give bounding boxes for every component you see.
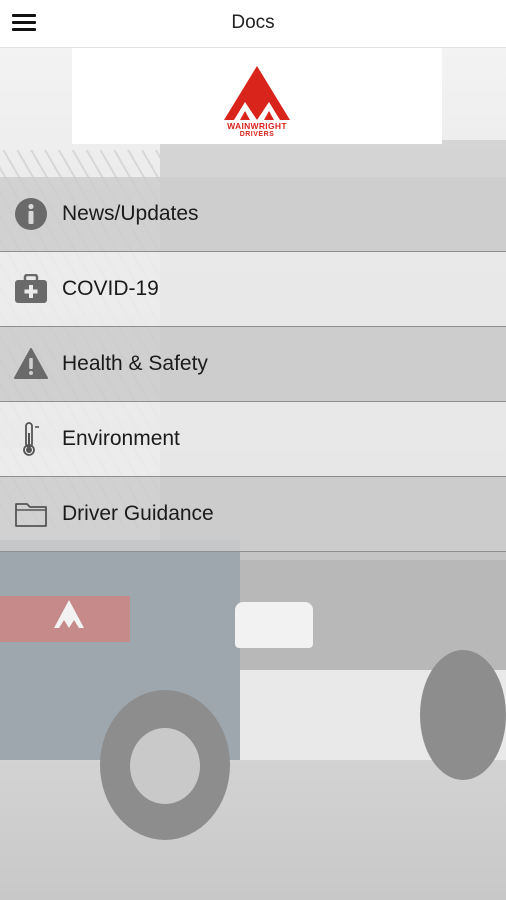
background-car — [235, 602, 313, 648]
menu-item-environment[interactable]: Environment — [0, 402, 506, 477]
background-wheel-rear — [420, 650, 506, 780]
folder-icon — [14, 497, 48, 531]
menu-item-label: News/Updates — [62, 202, 199, 225]
menu-item-label: Environment — [62, 427, 180, 450]
background-truck-logo — [54, 600, 84, 628]
thermometer-icon — [14, 422, 48, 456]
docs-menu-list: News/Updates COVID-19 Health & Safety En… — [0, 177, 506, 552]
menu-item-driver-guidance[interactable]: Driver Guidance — [0, 477, 506, 552]
warning-icon — [14, 347, 48, 381]
logo-text-name: WAINWRIGHT — [227, 121, 287, 131]
menu-item-covid-19[interactable]: COVID-19 — [0, 252, 506, 327]
menu-item-label: COVID-19 — [62, 277, 159, 300]
page-title: Docs — [231, 12, 275, 33]
logo-text-subtitle: DRIVERS — [239, 131, 275, 138]
logo-mark-icon — [224, 66, 290, 120]
menu-item-health-safety[interactable]: Health & Safety — [0, 327, 506, 402]
medical-kit-icon — [14, 272, 48, 306]
info-icon — [14, 197, 48, 231]
menu-item-news-updates[interactable]: News/Updates — [0, 177, 506, 252]
background-road — [0, 760, 506, 900]
brand-header: WAINWRIGHT DRIVERS — [72, 48, 442, 144]
background-wheel-hub — [130, 728, 200, 804]
top-app-bar: Docs — [0, 0, 506, 48]
wainwright-drivers-logo: WAINWRIGHT DRIVERS — [224, 66, 290, 142]
menu-item-label: Health & Safety — [62, 352, 208, 375]
menu-item-label: Driver Guidance — [62, 502, 214, 525]
